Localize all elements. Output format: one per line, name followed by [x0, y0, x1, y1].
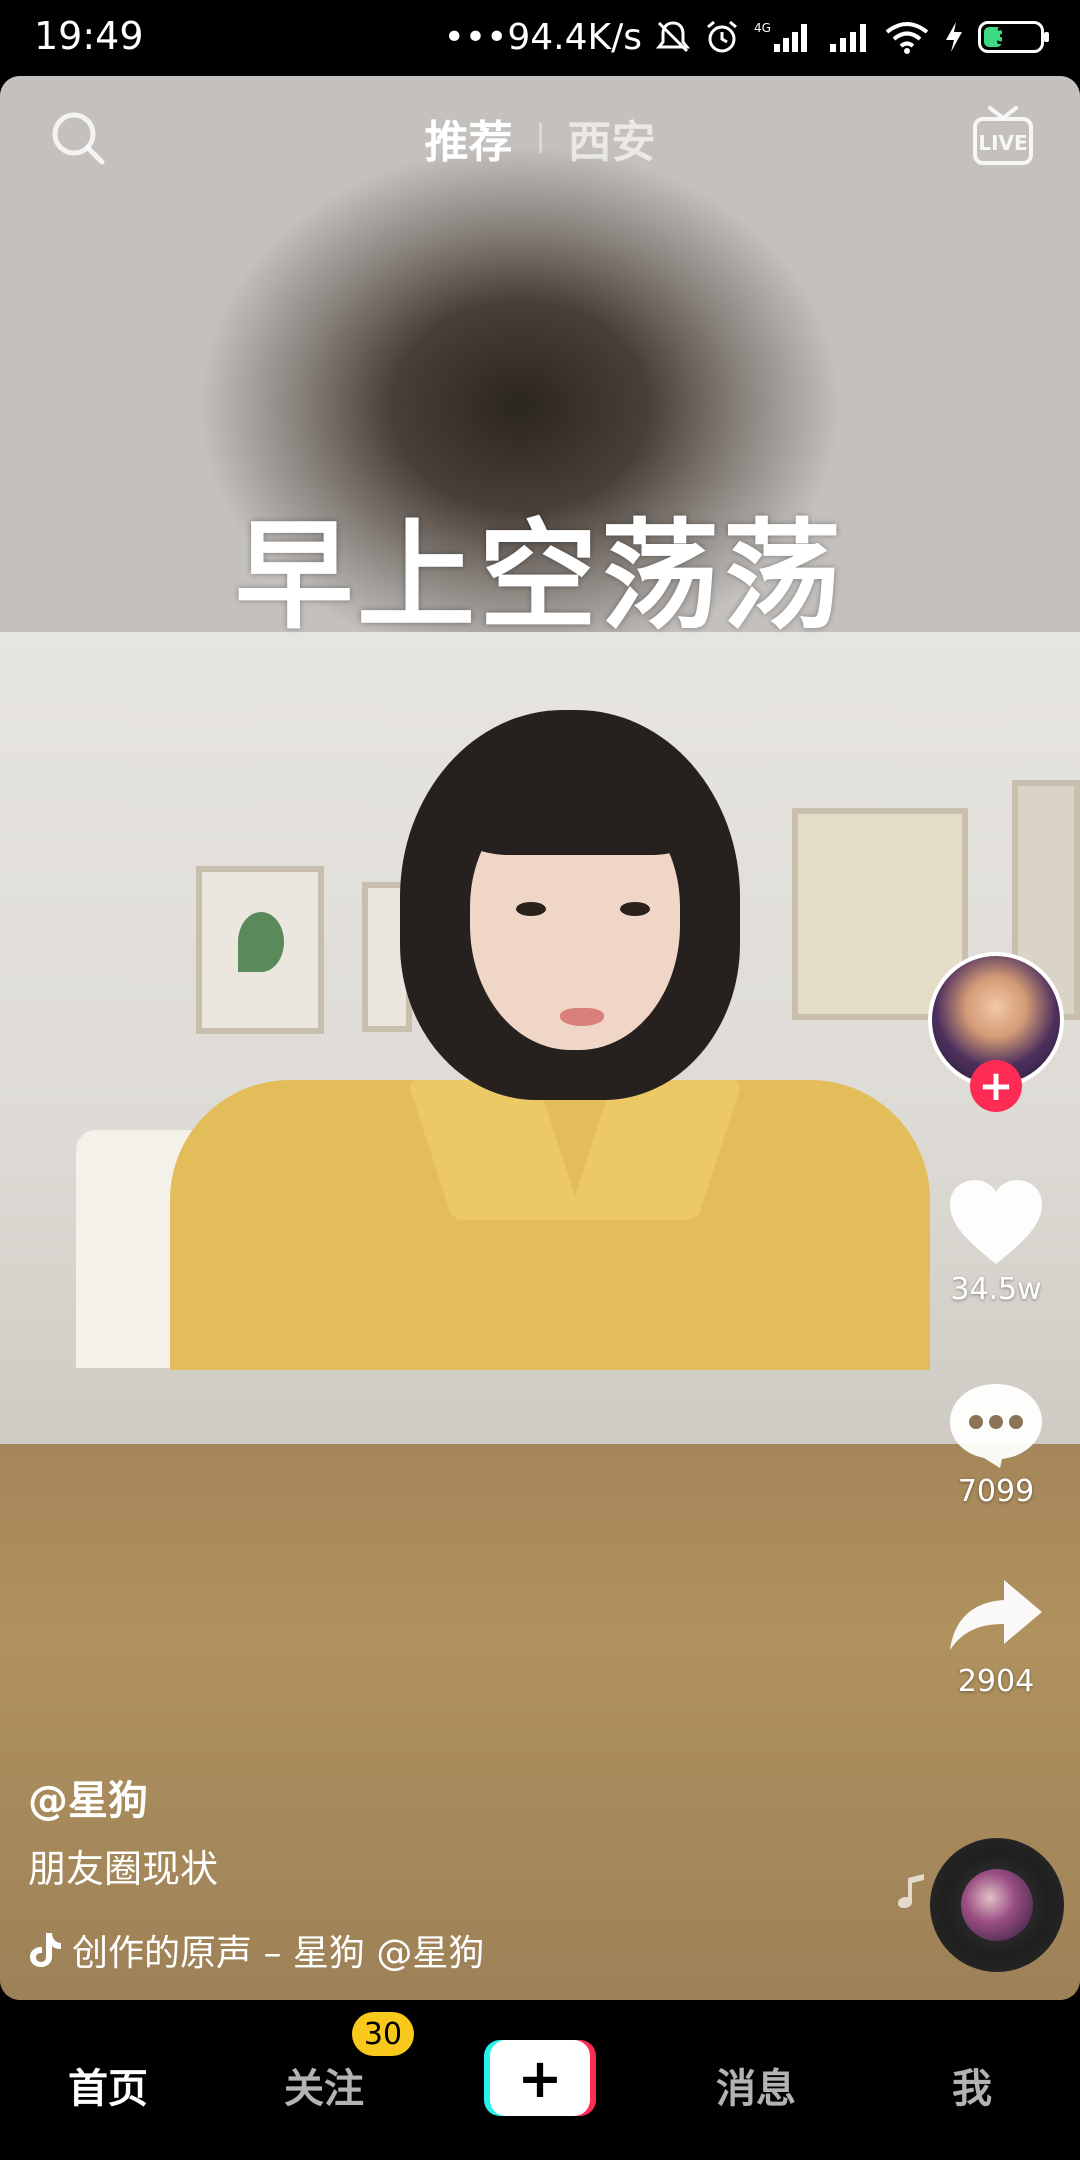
music-note-icon [898, 1874, 924, 1908]
author-name[interactable]: @星狗 [28, 1768, 148, 1826]
video-bottom-blur [0, 1444, 1080, 2000]
comment-icon[interactable] [946, 1380, 1046, 1470]
plus-icon: + [490, 2040, 590, 2116]
tab-recommend[interactable]: 推荐 [425, 106, 513, 170]
video-caption: 早上空荡荡 [234, 507, 845, 645]
share-action[interactable]: 2904 [930, 1570, 1062, 1699]
tab-me[interactable]: 我 [902, 2056, 1042, 2114]
person-bangs [460, 735, 700, 855]
tab-following[interactable]: 关注 [254, 2056, 394, 2114]
following-badge: 30 [352, 2012, 414, 2056]
share-icon[interactable] [946, 1570, 1046, 1660]
tab-local[interactable]: 西安 [568, 106, 656, 170]
share-count: 2904 [957, 1664, 1035, 1699]
person-eye-left [516, 902, 546, 916]
author-avatar-group[interactable]: + [928, 952, 1064, 1112]
wifi-icon [885, 22, 929, 54]
svg-text:LIVE: LIVE [978, 131, 1027, 155]
comment-count: 7099 [957, 1474, 1035, 1509]
create-button[interactable]: + [484, 2040, 596, 2116]
charging-icon [946, 22, 962, 52]
post-description: 朋友圈现状 [28, 1847, 219, 1891]
music-info[interactable]: 创作的原声 – 星狗 @星狗 [28, 1924, 528, 1976]
status-time: 19:49 [34, 14, 144, 58]
live-icon[interactable]: LIVE [972, 104, 1034, 168]
comment-action[interactable]: 7099 [930, 1380, 1062, 1509]
tab-separator [538, 123, 542, 153]
follow-button[interactable]: + [970, 1060, 1022, 1112]
tab-messages[interactable]: 消息 [686, 2056, 826, 2114]
signal-4g-icon: 4G [754, 21, 807, 52]
bell-muted-icon [656, 21, 690, 53]
music-disc[interactable] [930, 1838, 1064, 1972]
person-mouth [560, 1008, 604, 1026]
battery-level: 30 [995, 24, 1027, 50]
battery-icon: 30 [978, 21, 1049, 53]
network-speed: •••94.4K/s [443, 16, 642, 58]
wall-painting-left [196, 866, 324, 1034]
music-title: 创作的原声 – 星狗 @星狗 [72, 1933, 485, 1974]
status-bar: 19:49 •••94.4K/s 4G 30 [0, 0, 1080, 76]
svg-text:4G: 4G [754, 21, 771, 35]
like-count: 34.5w [950, 1272, 1042, 1307]
music-cover [961, 1869, 1033, 1941]
alarm-icon [707, 20, 737, 53]
tiktok-note-icon [30, 1933, 61, 1967]
top-tabs: 推荐 西安 [0, 106, 1080, 170]
tab-home[interactable]: 首页 [38, 2056, 178, 2114]
signal-icon [830, 24, 866, 52]
status-icons: •••94.4K/s 4G 30 [443, 14, 1049, 60]
person-eye-right [620, 902, 650, 916]
heart-icon[interactable] [946, 1178, 1046, 1268]
like-action[interactable]: 34.5w [930, 1178, 1062, 1307]
